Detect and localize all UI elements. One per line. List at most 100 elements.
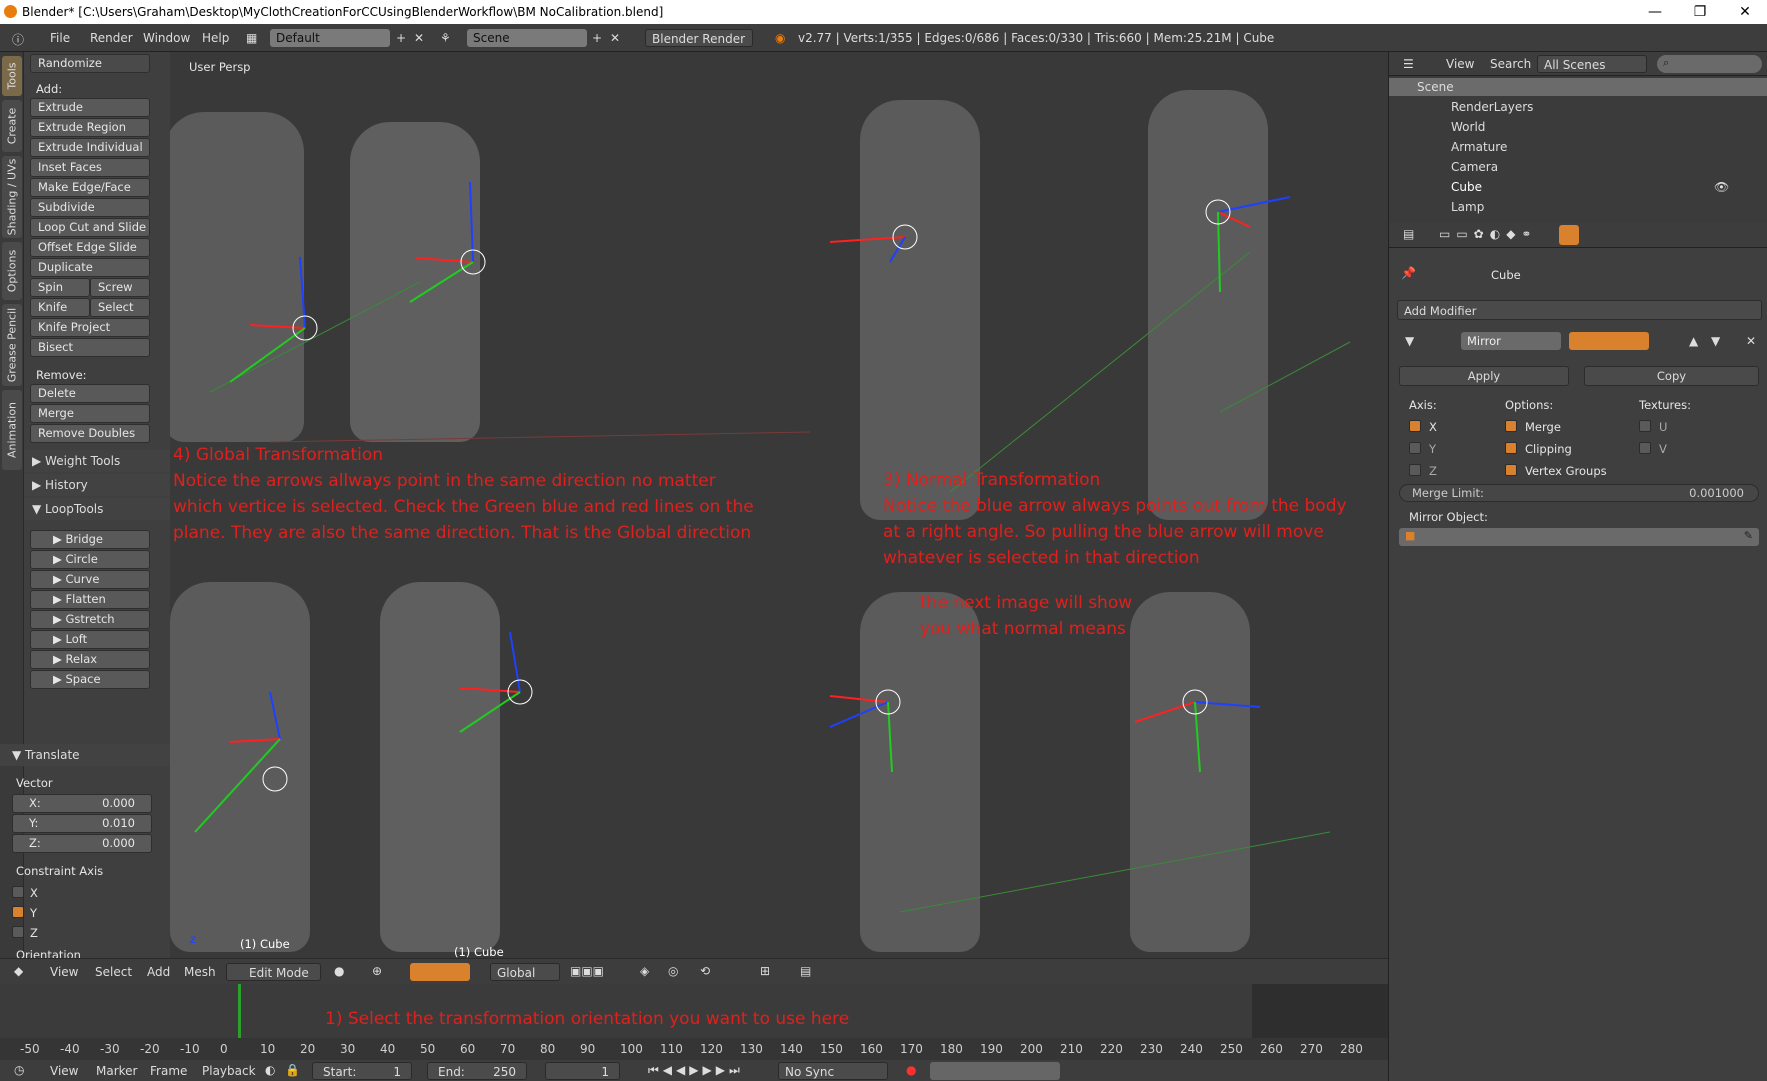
tab-shading-uvs[interactable]: Shading / UVs bbox=[2, 156, 22, 238]
timeline-menu-frame[interactable]: Frame bbox=[150, 1064, 187, 1078]
restore-button[interactable]: ❐ bbox=[1680, 2, 1720, 22]
outliner-item-armature[interactable]: Armature bbox=[1389, 138, 1767, 158]
randomize-button[interactable]: Randomize bbox=[30, 54, 150, 73]
gizmo-arrow[interactable] bbox=[1217, 196, 1291, 293]
weight-tools-panel-header[interactable]: ▶ Weight Tools bbox=[24, 450, 170, 472]
extrude-menu[interactable]: Extrude bbox=[30, 98, 150, 117]
timeline-menu-view[interactable]: View bbox=[50, 1064, 78, 1078]
screw-button[interactable]: Screw bbox=[90, 278, 150, 297]
editor-type-icon[interactable]: ◆ bbox=[14, 964, 23, 978]
history-panel-header[interactable]: ▶ History bbox=[24, 474, 170, 496]
render-engine-select[interactable]: Blender Render bbox=[645, 29, 753, 47]
loop-cut-button[interactable]: Loop Cut and Slide bbox=[30, 218, 150, 237]
info-editor-icon[interactable]: ⓘ bbox=[12, 31, 24, 48]
outliner-search-input[interactable]: ⌕ bbox=[1657, 55, 1762, 73]
outliner-item-world[interactable]: World bbox=[1389, 118, 1767, 138]
outliner-item-lamp[interactable]: Lamp bbox=[1389, 198, 1767, 218]
timeline-menu-playback[interactable]: Playback bbox=[202, 1064, 256, 1078]
collapse-modifier-icon[interactable]: ▼ bbox=[1405, 334, 1414, 348]
translate-y-field[interactable]: Y: 0.010 bbox=[12, 814, 152, 833]
knife-button[interactable]: Knife bbox=[30, 298, 90, 317]
current-frame-marker[interactable] bbox=[238, 984, 241, 1038]
timeline[interactable]: 1) Select the transformation orientation… bbox=[0, 984, 1388, 1060]
snap-icon[interactable]: ⟲ bbox=[700, 964, 710, 978]
copy-button[interactable]: Copy bbox=[1584, 366, 1759, 386]
modifier-visibility-toggles[interactable] bbox=[1569, 332, 1649, 350]
translate-x-field[interactable]: X: 0.000 bbox=[12, 794, 152, 813]
tab-options[interactable]: Options bbox=[2, 242, 22, 300]
manipulator-toggle[interactable] bbox=[410, 963, 470, 981]
sync-mode-select[interactable]: No Sync bbox=[778, 1062, 888, 1080]
knife-select-button[interactable]: Select bbox=[90, 298, 150, 317]
duplicate-button[interactable]: Duplicate bbox=[30, 258, 150, 277]
outliner-item-cube[interactable]: Cube 👁 bbox=[1389, 178, 1767, 198]
add-modifier-dropdown[interactable]: Add Modifier bbox=[1397, 300, 1762, 320]
properties-editor-icon[interactable]: ▤ bbox=[1403, 227, 1414, 241]
axis-z-checkbox[interactable] bbox=[1409, 464, 1421, 476]
merge-menu[interactable]: Merge bbox=[30, 404, 150, 423]
remove-doubles-button[interactable]: Remove Doubles bbox=[30, 424, 150, 443]
translate-panel-header[interactable]: ▼ Translate bbox=[0, 744, 170, 766]
gizmo-arrow[interactable] bbox=[459, 631, 521, 733]
menu-window[interactable]: Window bbox=[143, 31, 190, 45]
preview-range-icon[interactable]: ◐ bbox=[265, 1063, 275, 1077]
layout-icon[interactable]: ▦ bbox=[246, 31, 257, 45]
inset-faces-button[interactable]: Inset Faces bbox=[30, 158, 150, 177]
pivot-point-icon[interactable]: ⊕ bbox=[372, 964, 382, 978]
outliner-editor-icon[interactable]: ☰ bbox=[1403, 57, 1414, 71]
make-edge-face-button[interactable]: Make Edge/Face bbox=[30, 178, 150, 197]
end-frame-field[interactable]: End: 250 bbox=[427, 1062, 527, 1080]
axis-y-checkbox[interactable] bbox=[1409, 442, 1421, 454]
vertex-groups-checkbox[interactable] bbox=[1505, 464, 1517, 476]
gizmo-arrow[interactable] bbox=[829, 695, 893, 773]
loop-flatten-button[interactable]: ▶ Flatten bbox=[30, 590, 150, 609]
add-scene-icon[interactable]: + bbox=[592, 31, 602, 45]
menu-select[interactable]: Select bbox=[95, 965, 132, 979]
start-frame-field[interactable]: Start: 1 bbox=[312, 1062, 412, 1080]
tab-tools[interactable]: Tools bbox=[2, 56, 22, 96]
occlude-geometry-icon[interactable]: ◈ bbox=[640, 964, 649, 978]
select-mode-icon[interactable]: ▣▣▣ bbox=[570, 964, 604, 978]
loop-curve-button[interactable]: ▶ Curve bbox=[30, 570, 150, 589]
lock-icon[interactable]: 🔒 bbox=[285, 1063, 300, 1077]
texture-u-checkbox[interactable] bbox=[1639, 420, 1651, 432]
tab-animation[interactable]: Animation bbox=[2, 390, 22, 470]
constraint-z-checkbox[interactable] bbox=[12, 926, 24, 938]
transform-orientation-select[interactable]: Global bbox=[490, 963, 560, 981]
add-layout-icon[interactable]: + bbox=[396, 31, 406, 45]
tab-grease-pencil[interactable]: Grease Pencil bbox=[2, 304, 22, 386]
remove-layout-icon[interactable]: ✕ bbox=[414, 31, 424, 45]
loop-loft-button[interactable]: ▶ Loft bbox=[30, 630, 150, 649]
translate-z-field[interactable]: Z: 0.000 bbox=[12, 834, 152, 853]
gizmo-arrow[interactable] bbox=[229, 256, 306, 383]
clipping-checkbox[interactable] bbox=[1505, 442, 1517, 454]
knife-project-button[interactable]: Knife Project bbox=[30, 318, 150, 337]
loop-relax-button[interactable]: ▶ Relax bbox=[30, 650, 150, 669]
merge-limit-field[interactable]: Merge Limit: 0.001000 bbox=[1399, 484, 1759, 502]
gizmo-arrow[interactable] bbox=[409, 181, 474, 303]
mirror-object-field[interactable]: ■ ✎ bbox=[1399, 528, 1759, 546]
merge-checkbox[interactable] bbox=[1505, 420, 1517, 432]
outliner-menu-search[interactable]: Search bbox=[1490, 57, 1531, 71]
mode-select[interactable]: Edit Mode bbox=[226, 963, 321, 981]
loop-bridge-button[interactable]: ▶ Bridge bbox=[30, 530, 150, 549]
remove-scene-icon[interactable]: ✕ bbox=[610, 31, 620, 45]
context-tab-icons[interactable]: ▭▭✿◐◆⚭ bbox=[1439, 227, 1537, 241]
layout-selector[interactable]: Default bbox=[270, 29, 390, 47]
remove-modifier-icon[interactable]: ✕ bbox=[1746, 334, 1756, 348]
menu-render[interactable]: Render bbox=[90, 31, 133, 45]
keying-set-field[interactable] bbox=[930, 1062, 1060, 1080]
loop-space-button[interactable]: ▶ Space bbox=[30, 670, 150, 689]
current-frame-field[interactable]: 1 bbox=[545, 1062, 620, 1080]
scene-selector[interactable]: Scene bbox=[467, 29, 587, 47]
outliner-menu-view[interactable]: View bbox=[1446, 57, 1474, 71]
offset-edge-slide-button[interactable]: Offset Edge Slide bbox=[30, 238, 150, 257]
extrude-individual-button[interactable]: Extrude Individual bbox=[30, 138, 150, 157]
eyedropper-icon[interactable]: ✎ bbox=[1744, 529, 1753, 542]
close-window-button[interactable]: ✕ bbox=[1725, 2, 1765, 22]
outliner-display-mode[interactable]: All Scenes bbox=[1537, 55, 1647, 73]
move-down-icon[interactable]: ▼ bbox=[1711, 334, 1720, 348]
loop-gstretch-button[interactable]: ▶ Gstretch bbox=[30, 610, 150, 629]
render-preview-icon[interactable]: ⊞ bbox=[760, 964, 770, 978]
gizmo-arrow[interactable] bbox=[1134, 701, 1261, 773]
